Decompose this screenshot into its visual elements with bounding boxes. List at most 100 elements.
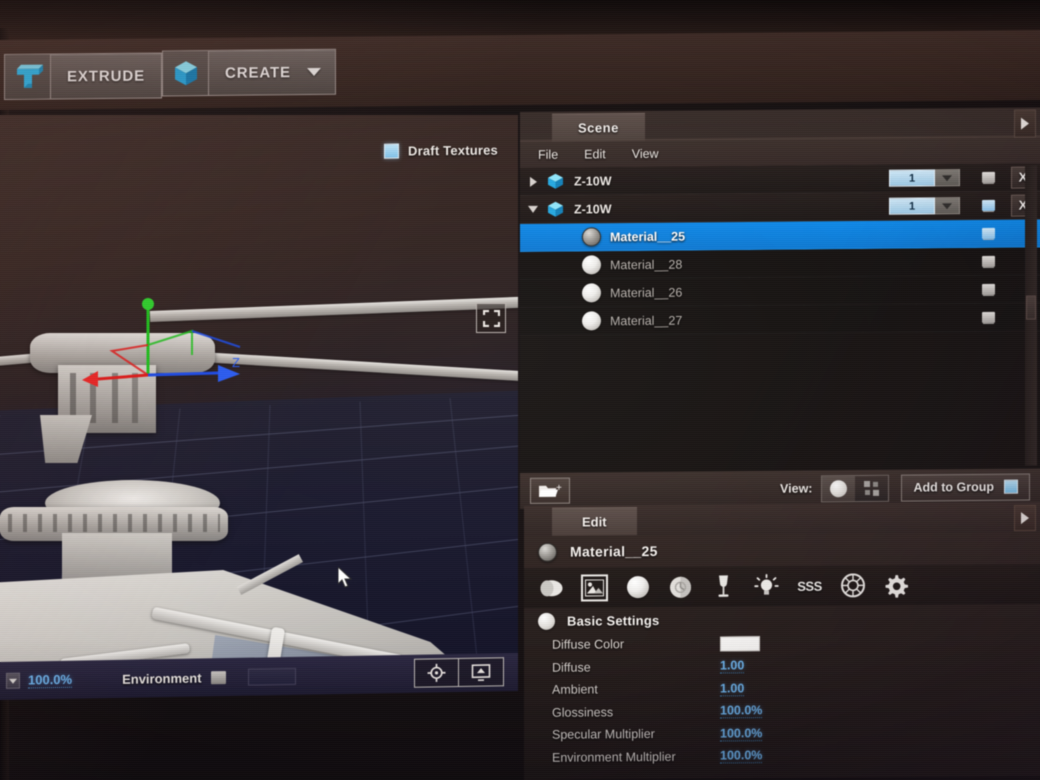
tree-item-label: Material__28 [610, 257, 683, 272]
draft-textures-label: Draft Textures [408, 142, 498, 159]
chevron-down-icon[interactable] [306, 67, 321, 77]
group-color-swatch[interactable] [1004, 479, 1018, 494]
edited-material-header: Material__25 [524, 532, 1040, 568]
mouse-cursor [337, 565, 353, 594]
anisotropic-icon[interactable] [839, 572, 866, 599]
edit-panel-expand-arrow[interactable] [1014, 504, 1036, 532]
create-button-label: CREATE [225, 63, 291, 82]
property-value[interactable]: 1.00 [720, 681, 745, 697]
edit-tab-bar: Edit [524, 501, 1040, 536]
property-label: Diffuse [552, 660, 591, 675]
maximize-viewport-icon[interactable] [476, 303, 506, 333]
scene-panel: Scene File Edit View Z-10W 1 X Z-10W 1 X… [520, 107, 1040, 509]
sphere-icon [582, 311, 601, 331]
sss-icon[interactable]: SSS [796, 572, 823, 599]
texture-image-icon[interactable] [581, 573, 608, 602]
3d-viewport[interactable]: Z [0, 115, 518, 670]
extrude-button-label: EXTRUDE [67, 67, 145, 85]
add-to-group-button[interactable]: Add to Group [901, 473, 1030, 502]
application-window: EXTRUDE CREATE Z Draft Textures 100.0% E… [0, 0, 1040, 780]
menu-file[interactable]: File [538, 148, 558, 162]
basic-settings-label: Basic Settings [567, 612, 660, 629]
visibility-toggle[interactable] [970, 227, 1006, 239]
chevron-down-icon[interactable] [935, 169, 960, 187]
scene-panel-expand-arrow[interactable] [1014, 109, 1036, 138]
tree-row[interactable]: Material__27 [520, 303, 1040, 336]
property-label: Ambient [552, 682, 598, 698]
tab-edit[interactable]: Edit [552, 507, 637, 536]
view-mode-toggle-group[interactable] [821, 474, 890, 502]
basic-settings-section[interactable]: Basic Settings [524, 604, 1040, 634]
extrude-icon [5, 54, 51, 99]
material-type-strip[interactable]: SSS [524, 563, 1040, 608]
matte-icon[interactable] [538, 574, 565, 601]
viewport-status-bar: 100.0% Environment [0, 652, 518, 700]
metal-sphere-icon[interactable] [667, 573, 694, 600]
tab-scene-label: Scene [578, 120, 619, 136]
zoom-stepper[interactable] [6, 672, 20, 689]
zoom-value[interactable]: 100.0% [28, 671, 73, 689]
menu-edit[interactable]: Edit [584, 147, 606, 161]
visibility-toggle[interactable] [970, 199, 1006, 211]
tree-item-label: Material__27 [610, 313, 683, 328]
create-button[interactable]: CREATE [162, 48, 336, 97]
visibility-toggle[interactable] [970, 171, 1006, 183]
draft-textures-checkbox[interactable] [384, 143, 400, 159]
tree-item-label: Z-10W [574, 173, 612, 189]
tab-edit-label: Edit [582, 514, 607, 530]
property-label: Specular Multiplier [552, 727, 655, 743]
instance-count-stepper[interactable]: 1 [889, 169, 960, 187]
add-to-group-label: Add to Group [913, 479, 994, 495]
chevron-down-icon[interactable] [520, 205, 546, 213]
glass-goblet-icon[interactable] [710, 573, 737, 600]
tree-row[interactable]: Z-10W 1 X [520, 163, 1040, 196]
focus-target-button[interactable] [414, 657, 459, 688]
instance-count-value[interactable]: 1 [889, 169, 935, 187]
visibility-toggle[interactable] [970, 255, 1006, 267]
instance-count-stepper[interactable]: 1 [889, 197, 960, 215]
diffuse-color-swatch[interactable] [720, 635, 760, 652]
svg-text:+: + [556, 483, 562, 494]
extrude-button[interactable]: EXTRUDE [4, 52, 162, 100]
menu-view[interactable]: View [632, 147, 659, 161]
visibility-toggle[interactable] [970, 283, 1006, 295]
settings-gear-icon[interactable] [882, 571, 909, 598]
tree-row[interactable]: Material__26 [520, 275, 1040, 308]
scrollbar-thumb[interactable] [1026, 295, 1036, 320]
svg-text:Z: Z [232, 355, 240, 370]
tree-row[interactable]: Z-10W 1 X [520, 191, 1040, 224]
environment-icon[interactable] [210, 670, 226, 684]
instance-count-value[interactable]: 1 [889, 197, 935, 215]
chevron-right-icon[interactable] [520, 176, 546, 187]
viewport-options-bar: Draft Textures [0, 140, 518, 175]
environment-field[interactable] [247, 667, 296, 686]
tree-row[interactable]: Material__25 [520, 219, 1040, 252]
view-mode-grid-button[interactable] [855, 475, 889, 501]
tree-item-label: Material__25 [610, 229, 686, 244]
property-label: Environment Multiplier [552, 749, 676, 765]
property-value[interactable]: 100.0% [720, 748, 763, 764]
sphere-icon [538, 612, 555, 630]
new-group-button[interactable]: + [530, 477, 570, 504]
property-value[interactable]: 1.00 [720, 658, 745, 674]
render-preview-button[interactable] [459, 657, 504, 687]
visibility-toggle[interactable] [970, 311, 1006, 323]
property-label: Diffuse Color [552, 637, 625, 653]
chevron-down-icon[interactable] [935, 197, 960, 215]
plastic-sphere-icon[interactable] [624, 574, 651, 601]
scene-tree-scrollbar[interactable] [1025, 165, 1037, 466]
transform-gizmo[interactable]: Z [80, 293, 290, 403]
environment-label: Environment [122, 669, 202, 687]
material-edit-panel: Edit Material__25 SSS Basic Settings Dif… [524, 501, 1040, 780]
scene-tab-bar: Scene [520, 107, 1040, 142]
draft-textures-toggle[interactable]: Draft Textures [384, 142, 498, 159]
tab-scene[interactable]: Scene [552, 112, 645, 142]
view-mode-sphere-button[interactable] [822, 475, 856, 501]
property-row[interactable]: Environment Multiplier 100.0% [524, 742, 1040, 769]
property-value[interactable]: 100.0% [720, 725, 763, 742]
emissive-bulb-icon[interactable] [753, 572, 780, 599]
property-value[interactable]: 100.0% [720, 703, 763, 719]
scene-tree[interactable]: Z-10W 1 X Z-10W 1 X Material__25 Materia… [520, 163, 1040, 473]
tree-row[interactable]: Material__28 [520, 247, 1040, 280]
sphere-icon [830, 479, 848, 497]
